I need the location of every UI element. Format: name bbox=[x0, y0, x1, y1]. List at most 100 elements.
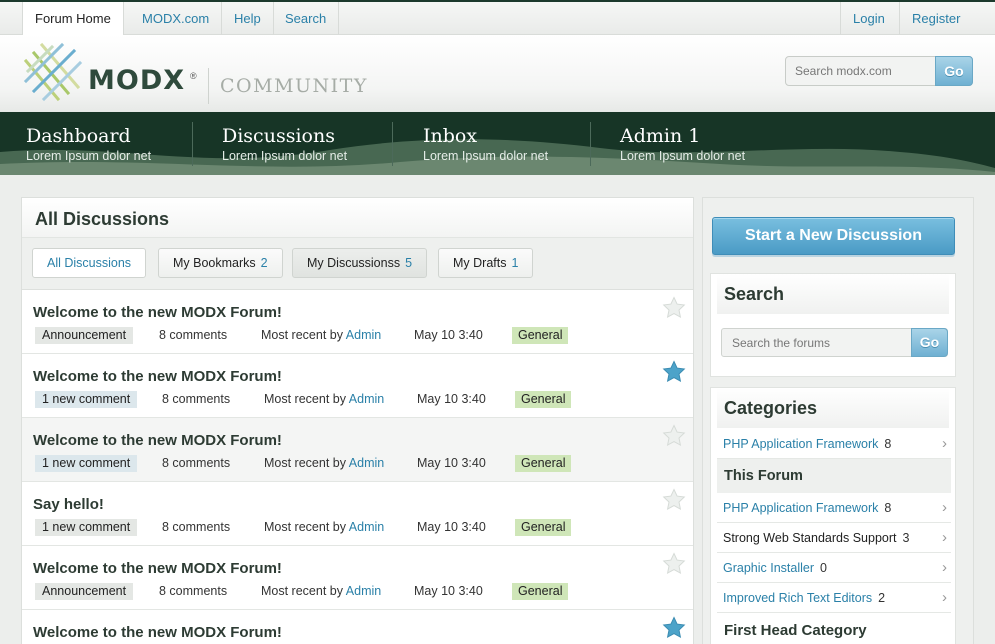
chevron-right-icon: › bbox=[942, 559, 947, 576]
star-icon[interactable] bbox=[662, 296, 686, 320]
filter-my-drafts[interactable]: My Drafts 1 bbox=[438, 248, 534, 278]
tab-forum-home[interactable]: Forum Home bbox=[22, 2, 124, 35]
filter-all-discussions[interactable]: All Discussions bbox=[32, 248, 147, 278]
nav-admin-subtitle: Lorem Ipsum dolor net bbox=[620, 149, 746, 163]
discussion-row[interactable]: Welcome to the new MODX Forum! 1 new com… bbox=[22, 354, 693, 418]
filter-count: 2 bbox=[260, 256, 268, 270]
most-recent-label: Most recent by bbox=[261, 584, 343, 598]
discussion-title[interactable]: Welcome to the new MODX Forum! bbox=[33, 560, 282, 577]
star-icon[interactable] bbox=[662, 616, 686, 640]
category-badge[interactable]: General bbox=[512, 583, 569, 600]
filter-label: My Drafts bbox=[453, 256, 507, 270]
forum-search: Go bbox=[721, 328, 948, 357]
header-search-input[interactable] bbox=[787, 58, 935, 84]
nav-item-dashboard[interactable]: Dashboard Lorem Ipsum dolor net bbox=[26, 124, 151, 164]
author-link[interactable]: Admin bbox=[346, 584, 381, 598]
discussion-row[interactable]: Welcome to the new MODX Forum! 1 new com… bbox=[22, 418, 693, 482]
filter-my-discussions[interactable]: My Discussionss 5 bbox=[292, 248, 428, 278]
nav-item-admin[interactable]: Admin 1 Lorem Ipsum dolor net bbox=[620, 124, 745, 164]
category-item[interactable]: Strong Web Standards Support 3 › bbox=[717, 523, 951, 553]
most-recent-by: Most recent by Admin bbox=[261, 584, 381, 598]
site-header: MODX ® COMMUNITY Go bbox=[0, 35, 995, 112]
filter-my-bookmarks[interactable]: My Bookmarks 2 bbox=[158, 248, 283, 278]
this-forum-heading: This Forum bbox=[717, 459, 951, 493]
search-heading: Search bbox=[717, 274, 949, 314]
most-recent-label: Most recent by bbox=[264, 392, 346, 406]
category-badge[interactable]: General bbox=[515, 455, 572, 472]
discussion-title[interactable]: Welcome to the new MODX Forum! bbox=[33, 304, 282, 321]
login-link[interactable]: Login bbox=[840, 2, 897, 35]
nav-admin-title: Admin 1 bbox=[620, 125, 701, 147]
tab-modx-com[interactable]: MODX.com bbox=[130, 2, 223, 35]
modx-logo-icon[interactable] bbox=[22, 41, 84, 103]
category-item[interactable]: PHP Application Framework 8 › bbox=[717, 493, 951, 523]
filter-label: My Bookmarks bbox=[173, 256, 256, 270]
nav-divider bbox=[392, 122, 393, 166]
filter-label: My Discussionss bbox=[307, 256, 401, 270]
main-navigation: Dashboard Lorem Ipsum dolor net Discussi… bbox=[0, 112, 995, 175]
most-recent-by: Most recent by Admin bbox=[261, 328, 381, 342]
tab-search[interactable]: Search bbox=[273, 2, 340, 35]
comment-count: 8 comments bbox=[162, 520, 231, 534]
categories-box: Categories PHP Application Framework 8 › … bbox=[710, 387, 956, 644]
forum-search-input[interactable] bbox=[723, 330, 908, 355]
discussion-title[interactable]: Say hello! bbox=[33, 496, 104, 513]
author-link[interactable]: Admin bbox=[349, 392, 384, 406]
logo-community-label: COMMUNITY bbox=[220, 75, 368, 97]
nav-divider bbox=[192, 122, 193, 166]
category-count: 8 bbox=[884, 501, 892, 515]
author-link[interactable]: Admin bbox=[349, 456, 384, 470]
most-recent-by: Most recent by Admin bbox=[264, 520, 384, 534]
category-badge[interactable]: General bbox=[515, 519, 572, 536]
register-link[interactable]: Register bbox=[899, 2, 972, 35]
category-item[interactable]: Improved Rich Text Editors 2 › bbox=[717, 583, 951, 613]
nav-discussions-title: Discussions bbox=[222, 125, 335, 147]
most-recent-by: Most recent by Admin bbox=[264, 392, 384, 406]
categories-heading: Categories bbox=[717, 388, 949, 428]
comment-count: 8 comments bbox=[162, 456, 231, 470]
star-icon[interactable] bbox=[662, 488, 686, 512]
category-item[interactable]: Graphic Installer 0 › bbox=[717, 553, 951, 583]
start-new-discussion-button[interactable]: Start a New Discussion bbox=[712, 217, 955, 255]
nav-dashboard-subtitle: Lorem Ipsum dolor net bbox=[26, 149, 152, 163]
star-icon[interactable] bbox=[662, 552, 686, 576]
forum-search-go-button[interactable]: Go bbox=[911, 328, 948, 357]
category-item[interactable]: PHP Application Framework 8 › bbox=[717, 429, 951, 459]
category-count: 3 bbox=[902, 531, 910, 545]
discussion-title[interactable]: Welcome to the new MODX Forum! bbox=[33, 368, 282, 385]
filter-count: 1 bbox=[511, 256, 519, 270]
sidebar-search-box: Search Go bbox=[710, 273, 956, 377]
category-count: 2 bbox=[878, 591, 886, 605]
post-date: May 10 3:40 bbox=[414, 328, 483, 342]
category-badge[interactable]: General bbox=[515, 391, 572, 408]
comment-count: 8 comments bbox=[159, 584, 228, 598]
chevron-right-icon: › bbox=[942, 589, 947, 606]
nav-inbox-title: Inbox bbox=[423, 125, 478, 147]
discussion-filters: All Discussions My Bookmarks 2 My Discuss… bbox=[22, 238, 693, 290]
chevron-right-icon: › bbox=[942, 435, 947, 452]
author-link[interactable]: Admin bbox=[349, 520, 384, 534]
logo-wordmark: MODX bbox=[88, 65, 186, 96]
discussion-row[interactable]: Welcome to the new MODX Forum! Announcem… bbox=[22, 546, 693, 610]
tab-help[interactable]: Help bbox=[222, 2, 274, 35]
nav-item-inbox[interactable]: Inbox Lorem Ipsum dolor net bbox=[423, 124, 548, 164]
discussion-title[interactable]: Welcome to the new MODX Forum! bbox=[33, 624, 282, 641]
discussion-title[interactable]: Welcome to the new MODX Forum! bbox=[33, 432, 282, 449]
discussion-row[interactable]: Welcome to the new MODX Forum! bbox=[22, 610, 693, 644]
most-recent-label: Most recent by bbox=[264, 456, 346, 470]
nav-item-discussions[interactable]: Discussions Lorem Ipsum dolor net bbox=[222, 124, 347, 164]
star-icon[interactable] bbox=[662, 424, 686, 448]
logo-registered-mark: ® bbox=[190, 71, 197, 81]
star-icon[interactable] bbox=[662, 360, 686, 384]
post-date: May 10 3:40 bbox=[417, 392, 486, 406]
discussion-row[interactable]: Say hello! 1 new comment 8 comments Most… bbox=[22, 482, 693, 546]
header-search-go-button[interactable]: Go bbox=[935, 56, 973, 86]
nav-discussions-subtitle: Lorem Ipsum dolor net bbox=[222, 149, 348, 163]
nav-divider bbox=[590, 122, 591, 166]
author-link[interactable]: Admin bbox=[346, 328, 381, 342]
discussion-row[interactable]: Welcome to the new MODX Forum! Announcem… bbox=[22, 290, 693, 354]
most-recent-label: Most recent by bbox=[261, 328, 343, 342]
category-label: Strong Web Standards Support bbox=[723, 531, 897, 545]
discussion-tag: 1 new comment bbox=[35, 455, 138, 472]
category-badge[interactable]: General bbox=[512, 327, 569, 344]
